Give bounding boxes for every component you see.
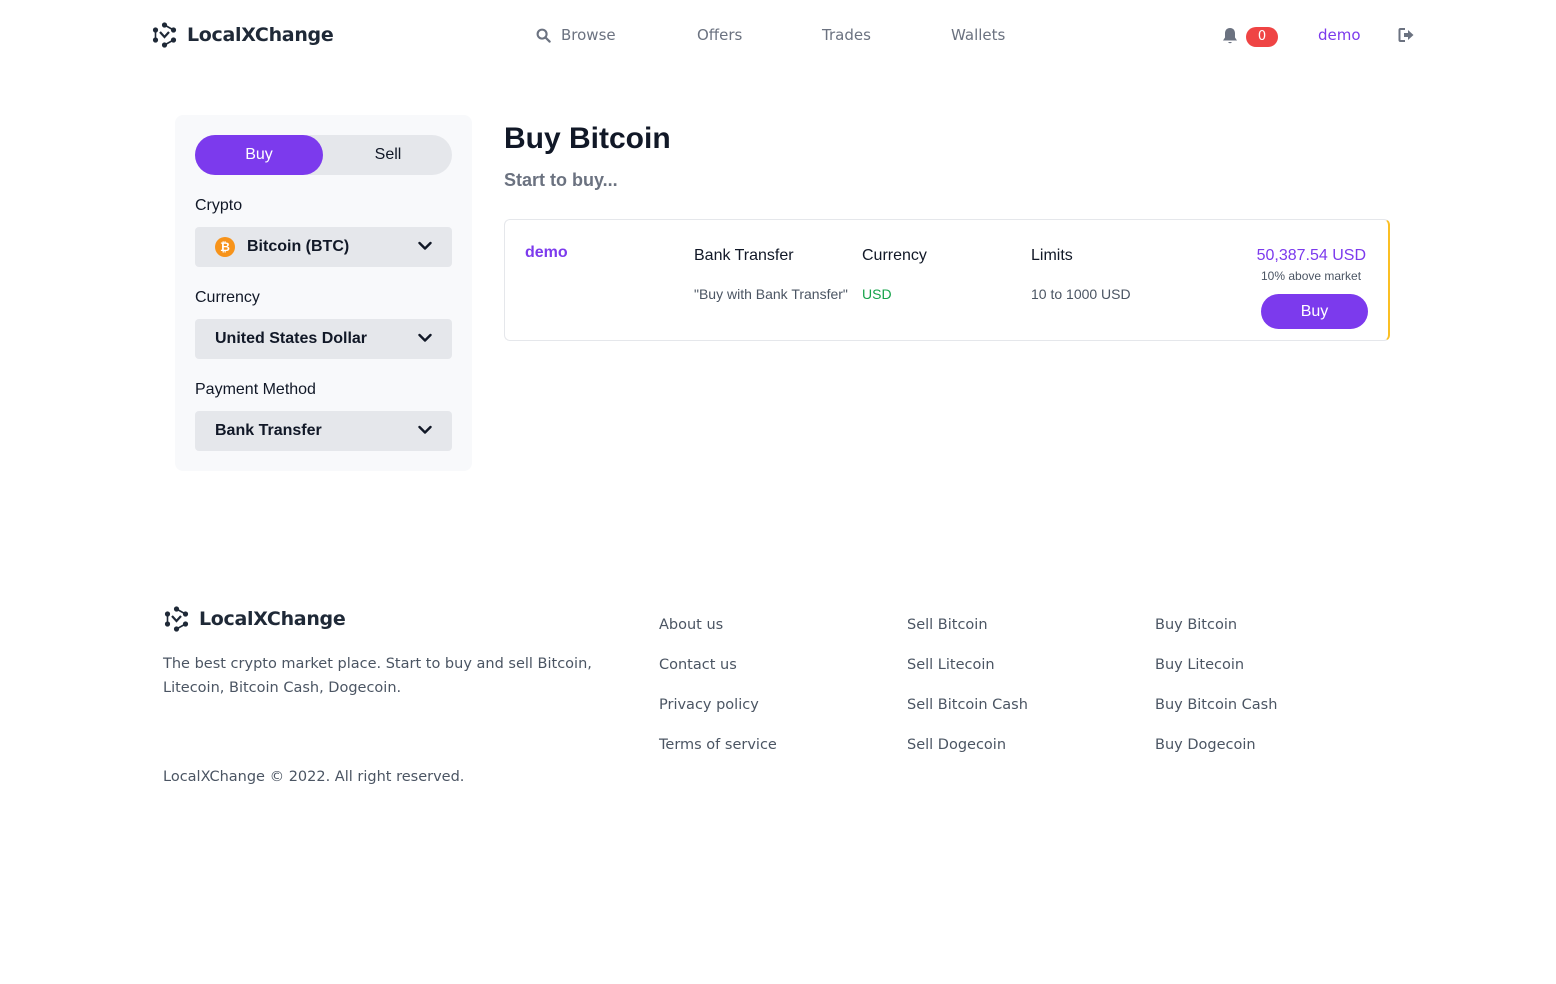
offer-title: "Buy with Bank Transfer" [694, 286, 848, 302]
footer-link-buy-bitcoin[interactable]: Buy Bitcoin [1155, 617, 1237, 633]
logout-icon[interactable] [1398, 27, 1415, 43]
offer-limits-value: 10 to 1000 USD [1031, 286, 1131, 302]
footer-link-sell-litecoin[interactable]: Sell Litecoin [907, 657, 995, 673]
nav-trades-label: Trades [822, 26, 871, 44]
nav-wallets[interactable]: Wallets [951, 26, 1005, 44]
footer-link-privacy[interactable]: Privacy policy [659, 697, 759, 713]
buy-toggle-button[interactable]: Buy [195, 135, 323, 175]
payment-method-label: Payment Method [195, 381, 316, 398]
footer-link-about[interactable]: About us [659, 617, 723, 633]
nav-browse[interactable]: Browse [536, 26, 616, 44]
search-icon [536, 28, 551, 43]
offer-payment-method: Bank Transfer [694, 247, 794, 264]
footer-copyright: LocalXChange © 2022. All right reserved. [163, 769, 465, 785]
hexagon-logo-icon [152, 22, 177, 48]
currency-select-value: United States Dollar [215, 330, 368, 347]
user-profile-link[interactable]: demo [1318, 26, 1361, 44]
brand-logo-link[interactable]: LocalXChange [152, 22, 334, 48]
footer-brand-name: LocalXChange [199, 608, 346, 630]
bitcoin-icon: ₿ [215, 237, 235, 257]
offer-card: demo Bank Transfer "Buy with Bank Transf… [504, 219, 1390, 341]
footer-link-sell-bitcoin[interactable]: Sell Bitcoin [907, 617, 988, 633]
top-navbar: LocalXChange Browse Offers Trades Wallet… [0, 0, 1556, 72]
footer-link-buy-litecoin[interactable]: Buy Litecoin [1155, 657, 1244, 673]
hexagon-logo-icon [164, 606, 189, 632]
chevron-down-icon [418, 333, 432, 342]
footer-link-buy-dogecoin[interactable]: Buy Dogecoin [1155, 737, 1256, 753]
offer-price-margin: 10% above market [1261, 269, 1362, 283]
chevron-down-icon [418, 241, 432, 250]
footer-link-sell-dogecoin[interactable]: Sell Dogecoin [907, 737, 1006, 753]
buy-sell-toggle: Buy Sell [195, 135, 452, 175]
chevron-down-icon [418, 425, 432, 434]
brand-name: LocalXChange [187, 24, 334, 46]
footer-brand-logo[interactable]: LocalXChange [164, 606, 346, 632]
payment-method-select-value: Bank Transfer [215, 422, 322, 439]
offer-currency-heading: Currency [862, 247, 927, 264]
nav-offers[interactable]: Offers [697, 26, 742, 44]
nav-trades[interactable]: Trades [822, 26, 871, 44]
footer-link-sell-bitcoin-cash[interactable]: Sell Bitcoin Cash [907, 697, 1028, 713]
crypto-select-value: Bitcoin (BTC) [247, 238, 350, 255]
bell-icon[interactable] [1222, 27, 1238, 45]
page-subtitle: Start to buy... [504, 170, 618, 190]
crypto-select[interactable]: ₿ Bitcoin (BTC) [195, 227, 452, 267]
currency-select[interactable]: United States Dollar [195, 319, 452, 359]
crypto-label: Crypto [195, 197, 243, 214]
offer-currency-value: USD [862, 286, 892, 302]
notification-count-badge[interactable]: 0 [1246, 27, 1278, 47]
footer-link-buy-bitcoin-cash[interactable]: Buy Bitcoin Cash [1155, 697, 1277, 713]
footer-link-terms[interactable]: Terms of service [659, 737, 777, 753]
sell-toggle-button[interactable]: Sell [324, 135, 452, 175]
offer-limits-heading: Limits [1031, 247, 1073, 264]
offer-buy-button[interactable]: Buy [1261, 294, 1368, 329]
nav-offers-label: Offers [697, 26, 743, 44]
offer-price: 50,387.54 USD [1256, 247, 1366, 264]
page-title: Buy Bitcoin [504, 122, 671, 155]
nav-browse-label: Browse [561, 26, 616, 44]
offer-trader-link[interactable]: demo [525, 244, 568, 262]
filter-panel: Buy Sell Crypto ₿ Bitcoin (BTC) Currency… [175, 115, 472, 471]
payment-method-select[interactable]: Bank Transfer [195, 411, 452, 451]
nav-wallets-label: Wallets [951, 26, 1006, 44]
footer-description: The best crypto market place. Start to b… [163, 656, 592, 696]
currency-label: Currency [195, 289, 260, 306]
footer-link-contact[interactable]: Contact us [659, 657, 737, 673]
